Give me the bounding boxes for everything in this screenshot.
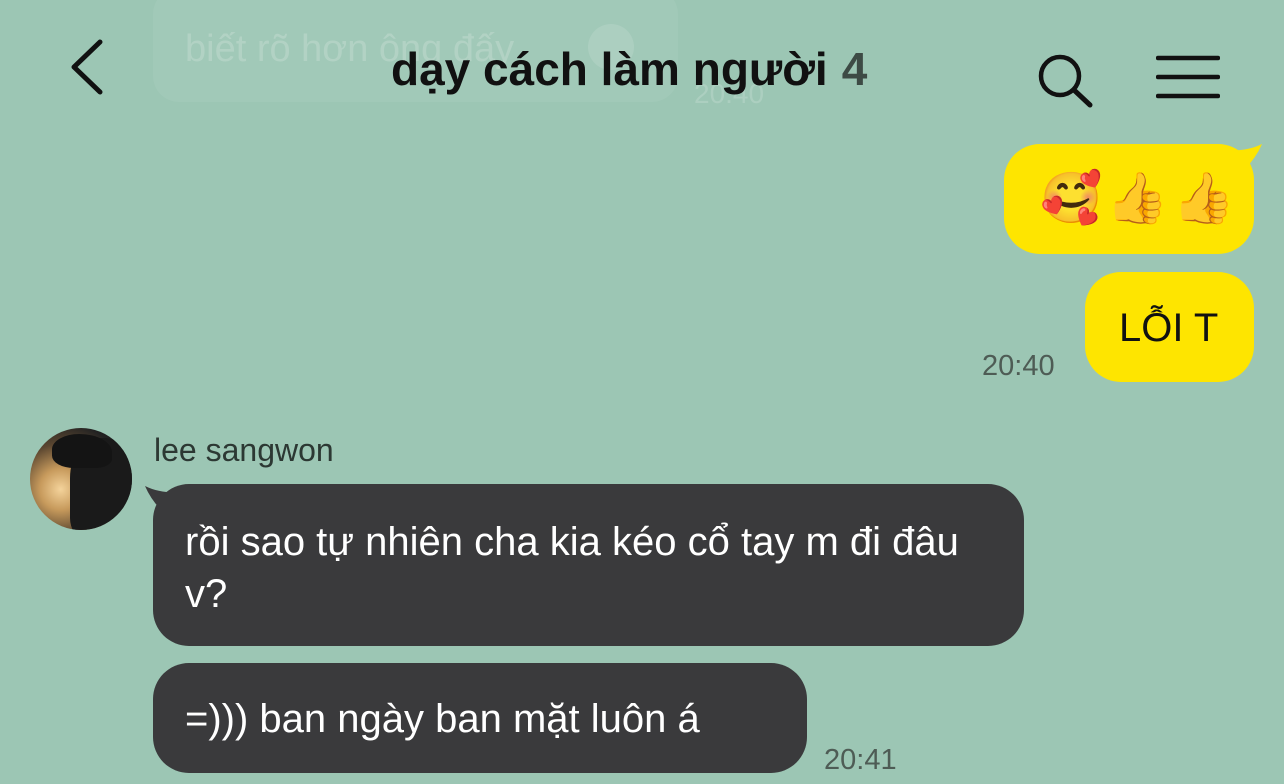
- their-message-bubble[interactable]: =))) ban ngày ban mặt luôn á: [153, 663, 807, 773]
- chevron-left-icon[interactable]: [64, 34, 120, 100]
- message-text: =))) ban ngày ban mặt luôn á: [185, 697, 700, 741]
- avatar-hair: [52, 434, 112, 468]
- my-message-bubble[interactable]: 🥰👍👍: [1004, 144, 1254, 254]
- message-text: LỖI T: [1119, 306, 1219, 350]
- member-count: 4: [841, 43, 868, 95]
- chat-title: dạy cách làm người 4: [391, 42, 867, 96]
- avatar[interactable]: [30, 428, 132, 530]
- message-timestamp: 20:41: [824, 744, 897, 776]
- sender-name[interactable]: lee sangwon: [154, 432, 334, 469]
- hamburger-menu-icon[interactable]: [1156, 52, 1220, 102]
- their-message-bubble[interactable]: rồi sao tự nhiên cha kia kéo cổ tay m đi…: [153, 484, 1024, 646]
- search-icon[interactable]: [1034, 52, 1094, 108]
- message-timestamp: 20:40: [982, 350, 1055, 382]
- emoji-message: 🥰👍👍: [1040, 169, 1239, 227]
- chat-name: dạy cách làm người: [391, 43, 828, 95]
- my-message-bubble[interactable]: LỖI T: [1085, 272, 1254, 382]
- message-text: rồi sao tự nhiên cha kia kéo cổ tay m đi…: [185, 520, 959, 616]
